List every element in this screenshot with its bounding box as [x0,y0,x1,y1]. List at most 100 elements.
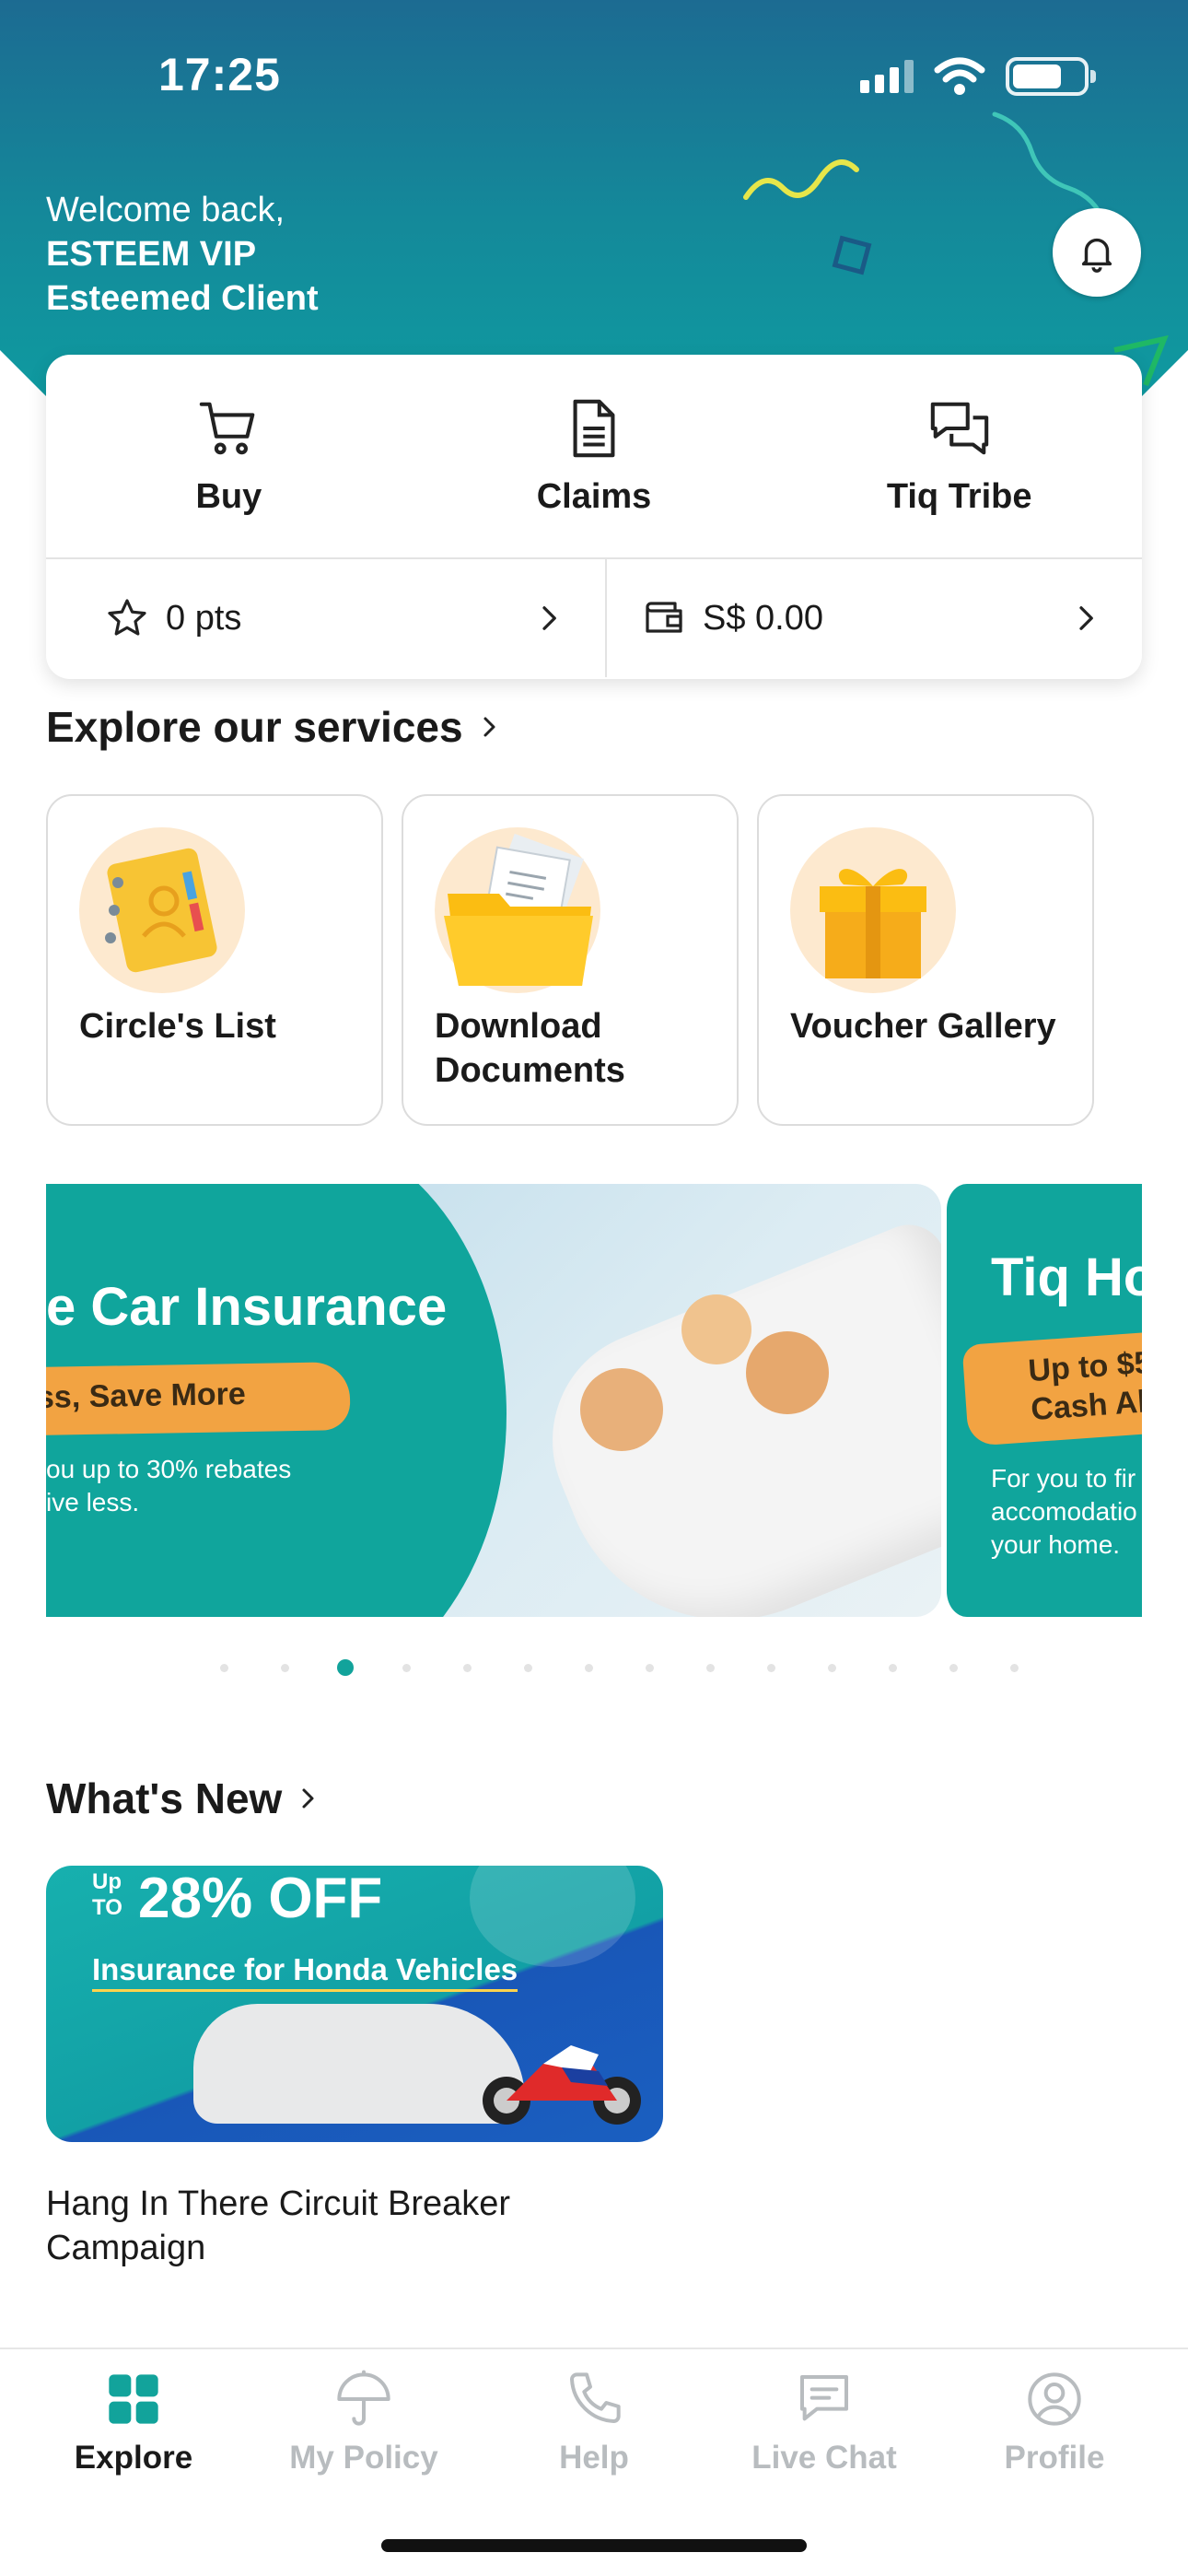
whats-new-header[interactable]: What's New [46,1774,319,1823]
explore-services-header[interactable]: Explore our services [46,702,500,752]
chat-bubbles-icon [930,402,988,454]
service-download-documents[interactable]: Download Documents [402,794,739,1126]
grid-icon [109,2374,158,2424]
home-indicator[interactable] [381,2539,807,2552]
banner-highlight-text: ss, Save More [46,1376,247,1415]
tab-live-chat[interactable]: Live Chat [709,2349,939,2497]
address-book-icon [79,827,245,993]
section-title: Explore our services [46,703,463,751]
quick-actions-card: Buy Claims Tiq Tribe 0 pts S$ 0.00 [46,355,1142,679]
umbrella-icon [337,2370,390,2426]
tab-help[interactable]: Help [479,2349,709,2497]
section-title: What's New [46,1774,283,1822]
banner-photo-person [580,1368,663,1451]
welcome-text: Welcome back, [46,191,285,229]
carousel-dot[interactable] [254,1663,315,1672]
news-card[interactable]: Up TO 28% OFF Insurance for Honda Vehicl… [46,1866,663,2142]
carousel-dot[interactable] [862,1663,923,1672]
battery-icon [1006,57,1096,96]
cellular-signal-icon [860,60,914,93]
promo-banner-next[interactable]: Tiq Ho Up to $5 Cash All For you to fir … [941,1184,1142,1617]
header: 17:25 Welcome back, ESTEEM VIP Esteemed … [0,0,1188,396]
services-list: Circle's List Download Documents Voucher… [46,794,1094,1126]
tab-label: Help [559,2440,629,2476]
notification-button[interactable] [1053,208,1141,297]
carousel-dot[interactable] [497,1663,558,1672]
tiq-tribe-label: Tiq Tribe [886,476,1032,516]
phone-icon [570,2372,621,2423]
status-icons [860,57,1096,96]
carousel-dot[interactable] [984,1663,1044,1672]
news-headline: 28% OFF [138,1867,383,1930]
news-upto: Up TO [92,1869,122,1920]
banner-highlight: ss, Save More [46,1362,351,1435]
banner-highlight-text: Up to $5 Cash All [1027,1344,1142,1428]
cart-icon [200,402,255,454]
points-button[interactable]: 0 pts [46,559,605,677]
header-corner [1142,350,1188,396]
star-icon [108,599,146,636]
banner-title: Tiq Ho [991,1247,1142,1307]
tab-label: Explore [74,2440,193,2476]
tab-label: Live Chat [751,2440,897,2476]
quick-actions-row: Buy Claims Tiq Tribe [46,355,1142,559]
promo-carousel[interactable]: e Car Insurance ss, Save More ou up to 3… [46,1184,1142,1617]
service-label: Circle's List [79,1007,276,1046]
buy-button[interactable]: Buy [46,355,412,557]
claims-label: Claims [536,476,652,516]
service-label: Voucher Gallery [790,1007,1056,1046]
service-label: Download Documents [435,1007,625,1090]
carousel-dot[interactable] [376,1663,437,1672]
motorcycle-image [483,2045,641,2125]
chat-icon [800,2375,848,2421]
carousel-dot[interactable] [619,1663,680,1672]
banner-photo-person [681,1294,751,1364]
banner-photo-person [746,1331,829,1414]
carousel-dot[interactable] [193,1663,254,1672]
member-name: Esteemed Client [46,279,319,318]
balances-row: 0 pts S$ 0.00 [46,559,1142,677]
wallet-value: S$ 0.00 [703,598,823,638]
document-icon [573,399,615,457]
chevron-right-icon [483,717,495,737]
carousel-dot[interactable] [558,1663,619,1672]
carousel-dot[interactable] [437,1663,497,1672]
chevron-right-icon [302,1788,314,1809]
banner-highlight: Up to $5 Cash All [961,1329,1142,1446]
gift-icon [790,827,956,993]
tiq-tribe-button[interactable]: Tiq Tribe [776,355,1142,557]
service-circles-list[interactable]: Circle's List [46,794,383,1126]
chevron-right-icon [1079,606,1093,630]
carousel-dot[interactable] [923,1663,984,1672]
tab-label: Profile [1004,2440,1105,2476]
tab-my-policy[interactable]: My Policy [249,2349,479,2497]
carousel-dot[interactable] [740,1663,801,1672]
folder-icon [435,827,600,993]
buy-label: Buy [195,476,262,516]
user-circle-icon [1028,2372,1081,2426]
tab-explore[interactable]: Explore [18,2349,249,2497]
carousel-dot[interactable] [801,1663,862,1672]
points-value: 0 pts [166,598,242,638]
banner-body: ou up to 30% rebates ive less. [46,1455,292,1516]
news-caption[interactable]: Hang In There Circuit Breaker Campaign [46,2182,510,2270]
wifi-icon [934,57,985,95]
chevron-right-icon [542,606,556,630]
member-tier: ESTEEM VIP [46,235,257,274]
wallet-button[interactable]: S$ 0.00 [605,559,1142,677]
tab-label: My Policy [289,2440,438,2476]
carousel-page-indicator[interactable] [193,1659,1044,1676]
banner-title: e Car Insurance [46,1277,448,1337]
service-voucher-gallery[interactable]: Voucher Gallery [757,794,1094,1126]
header-corner [0,350,46,396]
status-time: 17:25 [158,49,281,100]
tab-profile[interactable]: Profile [939,2349,1170,2497]
banner-body: For you to fir accomodatio your home. [991,1464,1137,1559]
news-subtitle: Insurance for Honda Vehicles [92,1952,518,1992]
claims-button[interactable]: Claims [412,355,777,557]
promo-banner-car-insurance[interactable]: e Car Insurance ss, Save More ou up to 3… [46,1184,941,1617]
welcome-block: Welcome back, ESTEEM VIP Esteemed Client [46,188,319,321]
wallet-icon [646,602,682,633]
carousel-dot[interactable] [315,1659,376,1676]
carousel-dot[interactable] [680,1663,740,1672]
